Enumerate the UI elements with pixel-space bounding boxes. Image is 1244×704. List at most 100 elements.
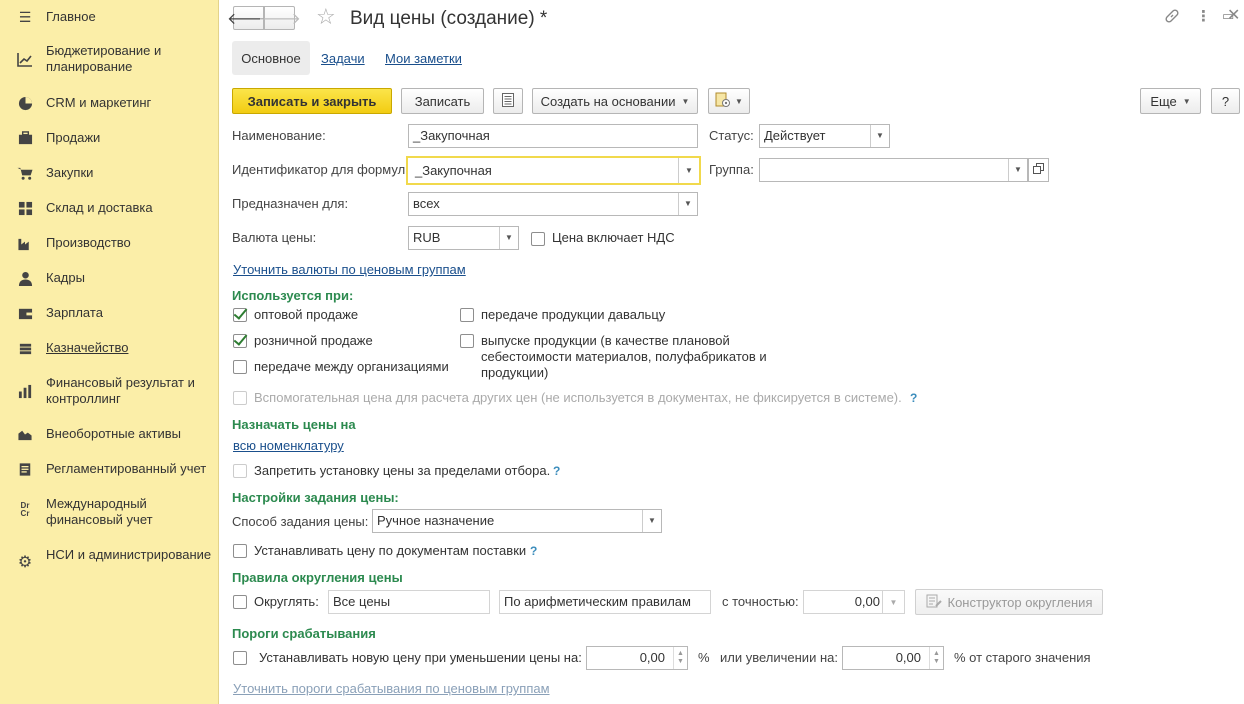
between-orgs-checkbox[interactable] — [233, 360, 247, 374]
open-group-button[interactable] — [1028, 158, 1049, 182]
report-button[interactable] — [493, 88, 523, 114]
chevron-down-icon[interactable]: ▼ — [870, 125, 889, 147]
sidebar-item-sales[interactable]: Продажи — [0, 129, 219, 147]
sidebar-item-budgeting[interactable]: Бюджетирование и планирование — [0, 42, 219, 76]
retail-checkbox[interactable] — [233, 334, 247, 348]
sidebar-item-treasury[interactable]: Казначейство — [0, 339, 219, 357]
sidebar-item-label: Казначейство — [46, 340, 129, 355]
sidebar-item-production[interactable]: Производство — [0, 234, 219, 252]
sidebar-item-hr[interactable]: Кадры — [0, 269, 219, 287]
spinner-icon[interactable]: ▲ ▼ — [673, 647, 687, 669]
chart-icon — [17, 51, 33, 67]
increase-label: или увеличении на: — [720, 650, 838, 665]
to-supplier-label: передаче продукции давальцу — [481, 307, 666, 322]
main-content: 🡐 🡒 ☆ Вид цены (создание) * ⋮ ▭ ✕ Основн… — [220, 0, 1244, 704]
to-supplier-checkbox[interactable] — [460, 308, 474, 322]
sidebar-item-label: НСИ и администрирование — [46, 547, 212, 562]
tab-label: Основное — [241, 50, 301, 66]
help-button[interactable]: ? — [1211, 88, 1240, 114]
used-for-title: Используется при: — [232, 288, 354, 303]
help-icon[interactable]: ? — [553, 464, 560, 478]
decrease-value: 0,00 — [639, 650, 665, 665]
chevron-down-icon[interactable]: ▼ — [883, 590, 905, 614]
status-select[interactable]: Действует ▼ — [759, 124, 890, 148]
sidebar-item-fixed-assets[interactable]: Внеоборотные активы — [0, 425, 219, 443]
currency-by-groups-link[interactable]: Уточнить валюты по ценовым группам — [233, 262, 466, 277]
sidebar-item-crm[interactable]: CRM и маркетинг — [0, 94, 219, 112]
star-icon[interactable]: ☆ — [316, 5, 336, 29]
forbid-checkbox[interactable] — [233, 464, 247, 478]
tab-my-notes[interactable]: Мои заметки — [385, 51, 462, 66]
menu-icon: ☰ — [18, 9, 32, 25]
production-label-line3: продукции) — [481, 365, 549, 380]
sidebar-item-admin[interactable]: ⚙ НСИ и администрирование — [0, 546, 219, 580]
sidebar-item-purchases[interactable]: Закупки — [0, 164, 219, 182]
sidebar-item-financial-result[interactable]: Финансовый результат и контроллинг — [0, 374, 219, 408]
coins-icon — [17, 340, 33, 356]
chevron-down-icon[interactable]: ▼ — [499, 227, 518, 249]
formula-id-input[interactable]: _Закупочная ▼ — [406, 156, 701, 185]
tab-main[interactable]: Основное — [232, 41, 310, 75]
currency-value: RUB — [413, 230, 441, 245]
save-and-close-button[interactable]: Записать и закрыть — [232, 88, 392, 114]
intended-value: всех — [413, 196, 440, 211]
spinner-icon[interactable]: ▲ ▼ — [929, 647, 943, 669]
status-value: Действует — [764, 128, 826, 143]
vat-checkbox[interactable] — [531, 232, 545, 246]
sidebar-item-label: Внеоборотные активы — [46, 426, 182, 441]
forbid-label: Запретить установку цены за пределами от… — [254, 463, 551, 478]
help-icon[interactable]: ? — [530, 544, 537, 558]
auxiliary-label: Вспомогательная цена для расчета других … — [254, 390, 902, 405]
chevron-down-icon[interactable]: ▼ — [642, 510, 661, 532]
threshold-checkbox[interactable] — [233, 651, 247, 665]
print-button[interactable]: ▼ — [708, 88, 750, 114]
thresholds-by-groups-link[interactable]: Уточнить пороги срабатывания по ценовым … — [233, 681, 550, 696]
link-icon[interactable] — [1164, 8, 1180, 29]
dr-cr-icon: Dr Cr — [20, 501, 30, 518]
decrease-input[interactable]: 0,00 ▲ ▼ — [586, 646, 688, 670]
save-button[interactable]: Записать — [401, 88, 484, 114]
assets-icon — [17, 426, 33, 442]
sidebar-item-main[interactable]: ☰ Главное — [0, 8, 219, 26]
intended-select[interactable]: всех ▼ — [408, 192, 698, 216]
help-icon[interactable]: ? — [910, 391, 917, 405]
sidebar-item-label: Производство — [46, 235, 131, 250]
close-icon[interactable]: ✕ — [1227, 7, 1240, 25]
chevron-down-icon[interactable]: ▼ — [1008, 159, 1027, 181]
more-button[interactable]: Еще ▼ — [1140, 88, 1201, 114]
chevron-down-icon[interactable]: ▼ — [678, 193, 697, 215]
currency-select[interactable]: RUB ▼ — [408, 226, 519, 250]
all-prices-field[interactable]: Все цены — [328, 590, 490, 614]
all-nomenclature-link[interactable]: всю номенклатуру — [233, 438, 344, 453]
production-label: выпуске продукции (в качестве плановой — [481, 333, 730, 348]
decrease-label: Устанавливать новую цену при уменьшении … — [259, 650, 582, 665]
production-label-line2: себестоимости материалов, полуфабрикатов… — [481, 349, 767, 364]
wholesale-checkbox[interactable] — [233, 308, 247, 322]
sidebar-item-label: Продажи — [46, 130, 101, 145]
create-based-on-label: Создать на основании — [540, 93, 676, 109]
sidebar-item-salary[interactable]: Зарплата — [0, 304, 219, 322]
by-docs-checkbox[interactable] — [233, 544, 247, 558]
chevron-down-icon: ▼ — [681, 96, 690, 106]
sidebar-item-label: Регламентированный учет — [46, 461, 207, 476]
intended-label: Предназначен для: — [232, 196, 349, 211]
round-checkbox[interactable] — [233, 595, 247, 609]
grid-icon — [17, 200, 33, 216]
sidebar-item-regulated-accounting[interactable]: Регламентированный учет — [0, 460, 219, 478]
more-vertical-icon[interactable]: ⋮ — [1196, 9, 1211, 24]
chevron-down-icon[interactable]: ▼ — [678, 158, 699, 183]
forward-button[interactable]: 🡒 — [258, 6, 301, 30]
tab-tasks[interactable]: Задачи — [321, 51, 365, 66]
method-select[interactable]: Ручное назначение ▼ — [372, 509, 662, 533]
rounding-constructor-button[interactable]: Конструктор округления — [915, 589, 1103, 615]
increase-input[interactable]: 0,00 ▲ ▼ — [842, 646, 944, 670]
sidebar-item-warehouse[interactable]: Склад и доставка — [0, 199, 219, 217]
create-based-on-button[interactable]: Создать на основании ▼ — [532, 88, 698, 114]
precision-input[interactable]: 0,00 — [803, 590, 883, 614]
sidebar-item-ifrs[interactable]: Dr Cr Международный финансовый учет — [0, 495, 219, 529]
rounding-rule-field[interactable]: По арифметическим правилам — [499, 590, 711, 614]
group-select[interactable]: ▼ — [759, 158, 1028, 182]
name-input[interactable]: _Закупочная — [408, 124, 698, 148]
auxiliary-checkbox[interactable] — [233, 391, 247, 405]
production-checkbox[interactable] — [460, 334, 474, 348]
